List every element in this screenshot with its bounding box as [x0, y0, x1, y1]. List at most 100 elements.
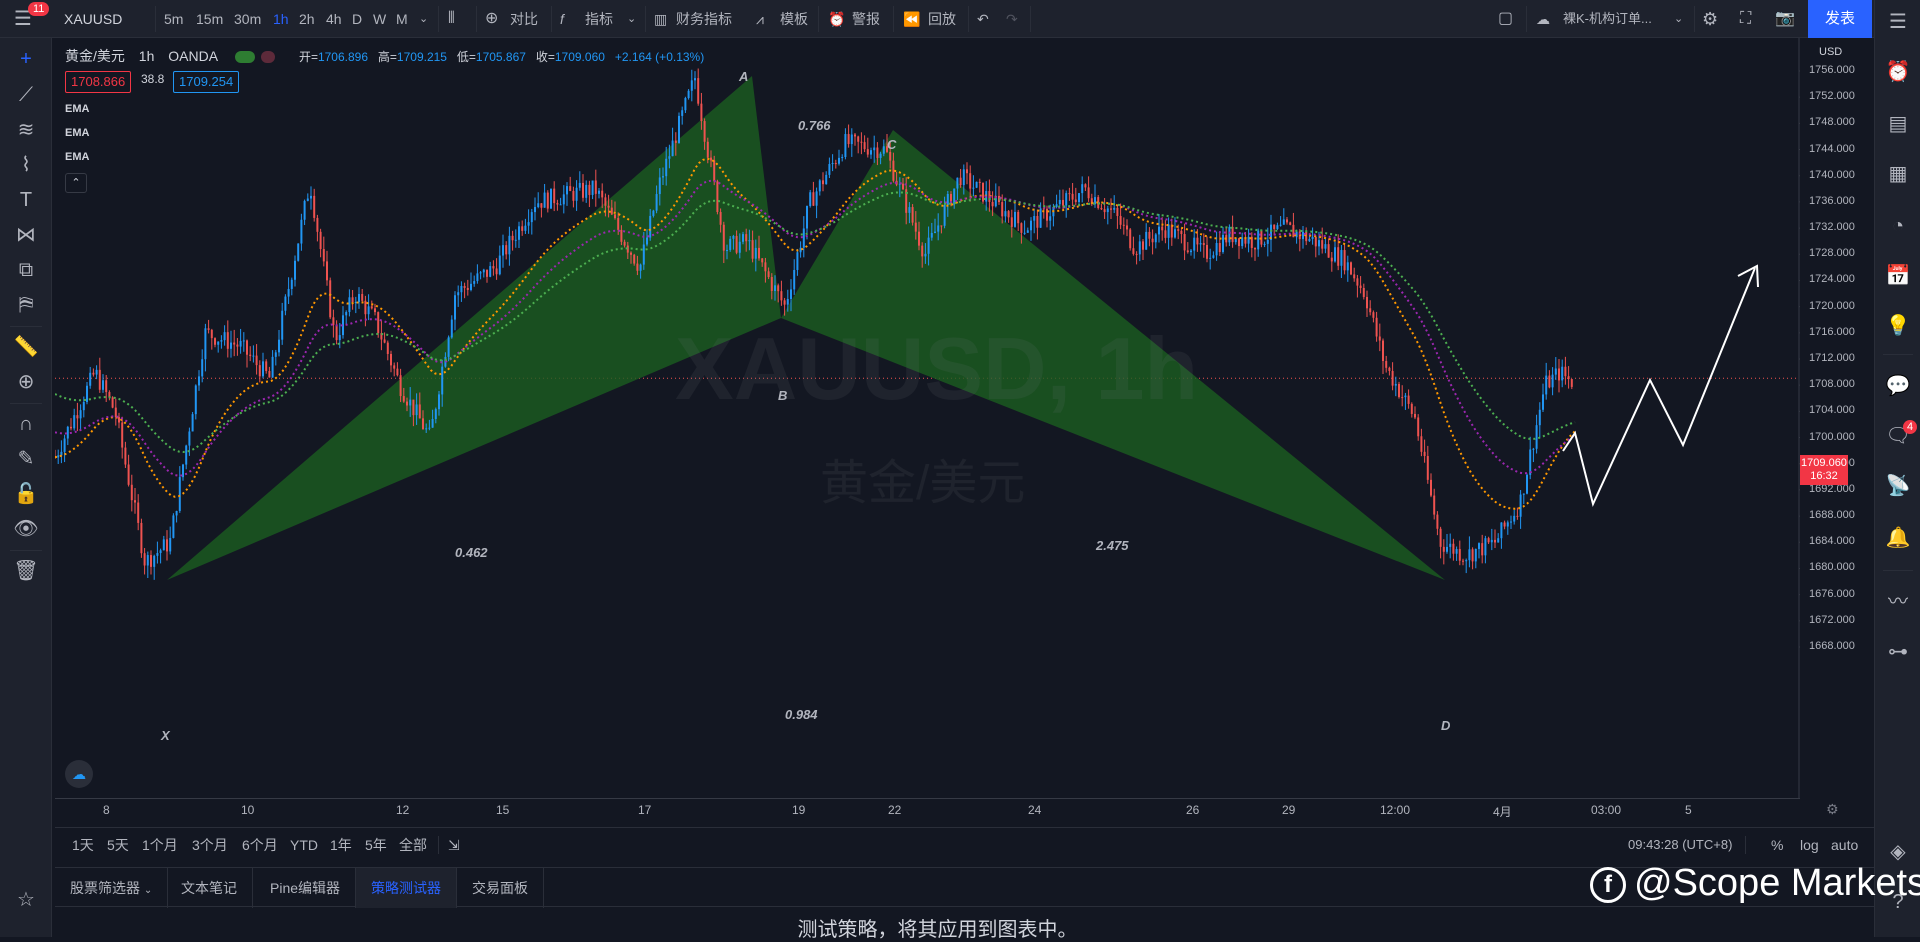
hotlist-icon[interactable]: ◔: [1884, 212, 1912, 240]
lock-icon[interactable]: 🔓: [12, 480, 40, 508]
fullscreen-layout-icon[interactable]: ▢: [1498, 0, 1513, 38]
collapse-legend-button[interactable]: ⌃: [65, 173, 87, 193]
fib-retracement-icon[interactable]: ≋: [12, 116, 40, 144]
news-icon[interactable]: ▦: [1884, 160, 1912, 188]
fullscreen-icon[interactable]: ⛶: [1740, 0, 1751, 38]
candle-style-icon[interactable]: ⫴: [448, 0, 455, 38]
candle-body: [1302, 231, 1304, 240]
alarm-clock-icon[interactable]: ⏰: [1884, 58, 1912, 86]
trash-icon[interactable]: 🗑: [12, 557, 40, 585]
time-tick-label: 4月: [1493, 805, 1512, 819]
chevron-down-icon[interactable]: ⌄: [1674, 0, 1683, 38]
compare-plus-icon[interactable]: ⊕: [485, 0, 498, 38]
log-scale-toggle[interactable]: log: [1800, 828, 1819, 862]
magnet-icon[interactable]: ∩: [12, 410, 40, 438]
prediction-tool-icon[interactable]: ⧉: [12, 256, 40, 284]
xabcd-pattern-icon[interactable]: ⋈: [12, 221, 40, 249]
percent-scale-toggle[interactable]: %: [1771, 828, 1783, 862]
interval-15m[interactable]: 15m: [196, 0, 223, 38]
cloud-logo-icon[interactable]: ☁: [65, 760, 93, 788]
publish-button[interactable]: 发表: [1808, 0, 1872, 38]
object-tree-icon[interactable]: ⊶: [1884, 638, 1912, 666]
drawing-toolbar: + ⟋ ≋ ⌇ T ⋈ ⧉ ⛿ 📏 ⊕ ∩ ✎ 🔓 👁 🗑 ☆: [0, 38, 52, 937]
eye-icon[interactable]: 👁: [12, 515, 40, 543]
notifications-bell-icon[interactable]: 🔔: [1884, 524, 1912, 552]
compare-button[interactable]: 对比: [510, 0, 538, 38]
candle-body: [111, 397, 114, 408]
axis-settings-gear-icon[interactable]: ⚙: [1826, 801, 1839, 818]
text-tool-icon[interactable]: T: [12, 186, 40, 214]
chevron-down-icon[interactable]: ⌄: [419, 0, 428, 38]
streams-icon[interactable]: 📡: [1884, 472, 1912, 500]
range-all[interactable]: 全部: [399, 828, 427, 862]
tab-text-notes[interactable]: 文本笔记: [166, 868, 253, 908]
settings-gear-icon[interactable]: ⚙: [1702, 0, 1718, 38]
instrument-name[interactable]: 黄金/美元: [65, 48, 125, 64]
goto-date-icon[interactable]: ⇲: [448, 828, 460, 862]
auto-scale-toggle[interactable]: auto: [1831, 828, 1858, 862]
range-5y[interactable]: 5年: [365, 828, 387, 862]
change-value: +2.164 (+0.13%): [614, 50, 705, 64]
chart-pane[interactable]: XAUUSD, 1h 黄金/美元 黄金/美元 1h OANDA 开=1706.8…: [55, 38, 1855, 798]
candle-body: [1542, 394, 1544, 410]
sell-price-button[interactable]: 1708.866: [65, 71, 132, 93]
ruler-icon[interactable]: 📏: [12, 333, 40, 361]
buy-price-button[interactable]: 1709.254: [173, 71, 240, 93]
interval-1h[interactable]: 1h: [273, 0, 289, 38]
interval-4h[interactable]: 4h: [326, 0, 342, 38]
calendar-icon[interactable]: 📅: [1884, 262, 1912, 290]
range-3m[interactable]: 3个月: [192, 828, 228, 862]
alert-button[interactable]: 警报: [852, 0, 880, 38]
interval-5m[interactable]: 5m: [164, 0, 183, 38]
ema-legend-3[interactable]: EMA: [65, 151, 89, 163]
interval-2h[interactable]: 2h: [299, 0, 315, 38]
tab-stock-screener[interactable]: 股票筛选器 ⌄: [55, 868, 169, 908]
candle-body: [598, 190, 600, 194]
watchlist-icon[interactable]: ☰: [1884, 8, 1912, 36]
visibility-toggle-icon[interactable]: [261, 51, 276, 64]
interval-30m[interactable]: 30m: [234, 0, 261, 38]
redo-icon[interactable]: ↷: [1006, 0, 1018, 38]
range-5d[interactable]: 5天: [107, 828, 129, 862]
range-1m[interactable]: 1个月: [142, 828, 178, 862]
data-window-icon[interactable]: ▤: [1884, 110, 1912, 138]
range-ytd[interactable]: YTD: [290, 828, 318, 862]
crosshair-icon[interactable]: +: [12, 45, 40, 73]
trading-icon[interactable]: 〰: [1884, 588, 1912, 616]
pencil-lock-icon[interactable]: ✎: [12, 445, 40, 473]
ema-legend-2[interactable]: EMA: [65, 127, 89, 139]
pattern-tool-icon[interactable]: ⌇: [12, 151, 40, 179]
range-1d[interactable]: 1天: [72, 828, 94, 862]
tab-strategy-tester[interactable]: 策略测试器: [356, 868, 457, 908]
candle-body: [1238, 238, 1240, 247]
candle-body: [937, 225, 940, 232]
fx-icon[interactable]: f: [560, 0, 564, 38]
tab-trading-panel[interactable]: 交易面板: [457, 868, 544, 908]
interval-w[interactable]: W: [373, 0, 386, 38]
interval-d[interactable]: D: [352, 0, 362, 38]
undo-icon[interactable]: ↶: [977, 0, 989, 38]
chevron-down-icon[interactable]: ⌄: [627, 0, 636, 38]
clock-timezone[interactable]: 09:43:28 (UTC+8): [1628, 828, 1732, 862]
currency-label[interactable]: USD: [1817, 46, 1845, 58]
time-axis[interactable]: 8 10 12 15 17 19 22 24 26 29 12:00 4月 03:00 5: [55, 798, 1800, 823]
financials-button[interactable]: 财务指标: [676, 0, 732, 38]
layout-name[interactable]: 裸K-机构订单...: [1563, 0, 1652, 38]
range-6m[interactable]: 6个月: [242, 828, 278, 862]
ideas-bulb-icon[interactable]: 💡: [1884, 312, 1912, 340]
tab-pine-editor[interactable]: Pine编辑器: [255, 868, 357, 908]
symbol-search[interactable]: XAUUSD: [64, 0, 122, 38]
range-1y[interactable]: 1年: [330, 828, 352, 862]
zoom-in-icon[interactable]: ⊕: [12, 368, 40, 396]
trend-line-icon[interactable]: ⟋: [12, 81, 40, 109]
templates-button[interactable]: 模板: [780, 0, 808, 38]
interval-m[interactable]: M: [396, 0, 408, 38]
candle-body: [1314, 236, 1317, 247]
ema-legend-1[interactable]: EMA: [65, 103, 89, 115]
indicators-button[interactable]: 指标: [585, 0, 613, 38]
icon-tool-icon[interactable]: ⛿: [12, 291, 40, 319]
replay-button[interactable]: 回放: [928, 0, 956, 38]
chat-icon[interactable]: 💬: [1884, 372, 1912, 400]
star-favorites-icon[interactable]: ☆: [12, 886, 40, 914]
camera-icon[interactable]: 📷: [1775, 0, 1795, 38]
